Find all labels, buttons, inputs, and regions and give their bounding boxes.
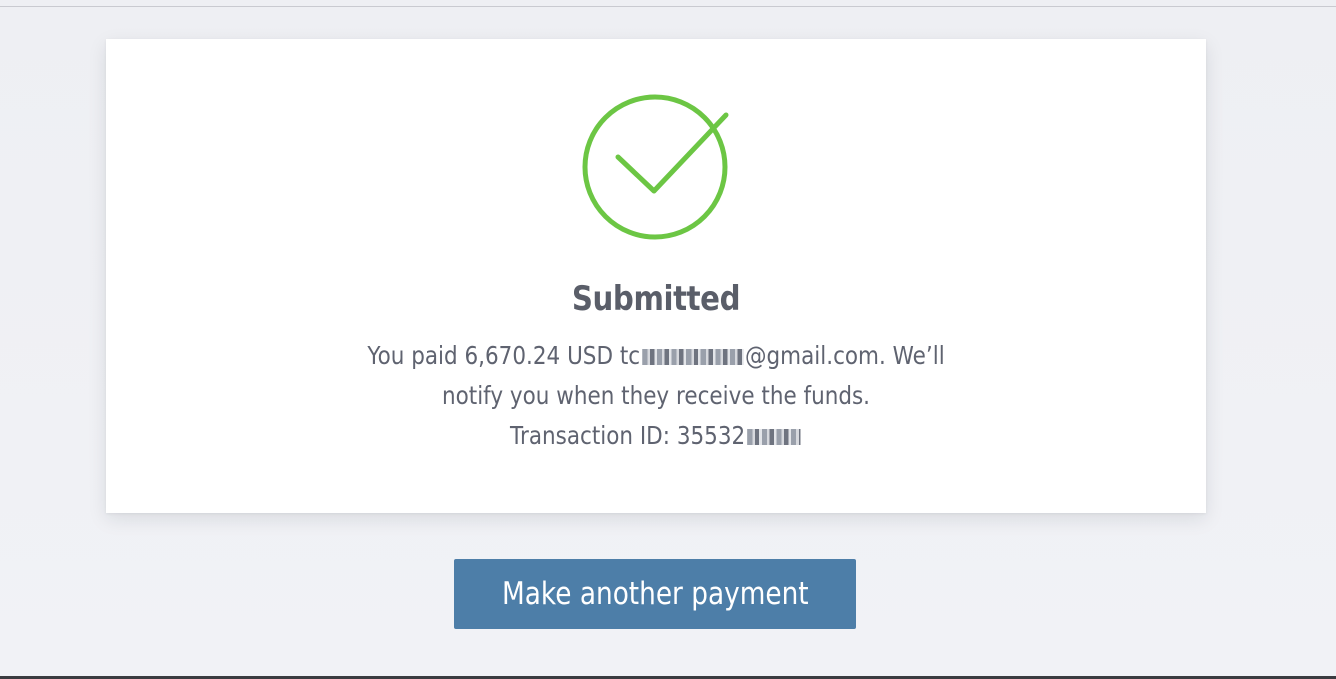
make-another-payment-button[interactable]: Make another payment (454, 559, 856, 629)
make-another-payment-label: Make another payment (501, 576, 809, 612)
confirmation-card: Submitted You paid 6,670.24 USD tc @gmail… (106, 39, 1206, 513)
status-title: Submitted (571, 279, 741, 319)
email-suffix-text: @gmail.com. We’ll (745, 341, 945, 370)
top-divider (0, 6, 1336, 7)
check-circle-icon (580, 93, 734, 247)
page: Submitted You paid 6,670.24 USD tc @gmail… (0, 0, 1336, 679)
transaction-id-line: Transaction ID: 35532 (312, 416, 1000, 456)
transaction-id-text: Transaction ID: 35532 (510, 421, 746, 450)
message-line-1: You paid 6,670.24 USD tc @gmail.com. We’l… (312, 336, 1000, 376)
confirmation-message: You paid 6,670.24 USD tc @gmail.com. We’l… (312, 336, 1000, 456)
redacted-email (641, 349, 744, 365)
message-line-2: notify you when they receive the funds. (441, 381, 871, 410)
redacted-transaction-id (746, 429, 801, 445)
paid-text: You paid 6,670.24 USD tc (367, 341, 641, 370)
